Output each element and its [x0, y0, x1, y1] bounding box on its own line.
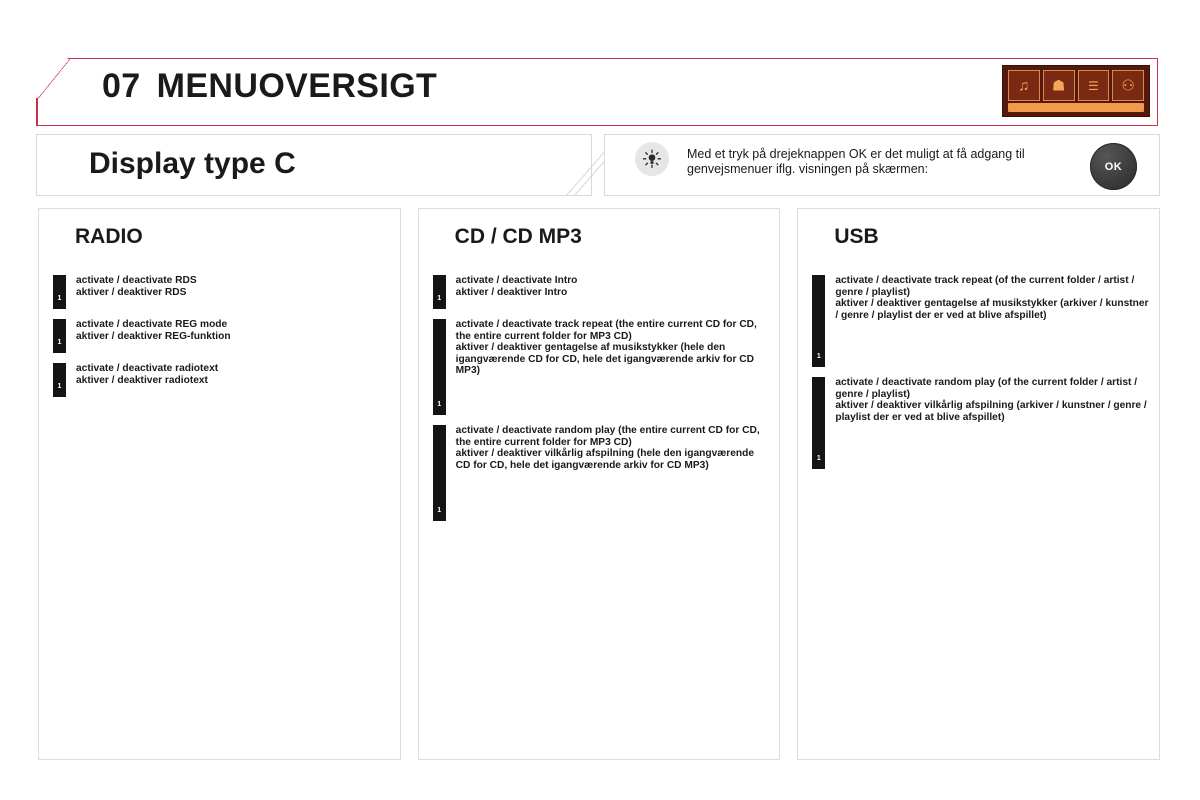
entry-text-da: aktiver / deaktiver radiotext	[76, 374, 208, 386]
entry-text-en: activate / deactivate Intro	[455, 275, 578, 286]
menu-column-cd: CD / CD MP3 1 activate / deactivate Intro a…	[417, 208, 781, 760]
entry-marker-number: 1	[437, 295, 442, 302]
menu-entry: 1 activate / deactivate Intro aktiver / de…	[432, 275, 770, 309]
drink-icon-glyph: ☗	[1051, 77, 1066, 94]
controls-icon: ☰	[1077, 70, 1110, 101]
entry-marker-number: 1	[57, 339, 62, 346]
drink-icon: ☗	[1042, 70, 1075, 101]
controls-icon-glyph: ☰	[1087, 78, 1099, 93]
entry-text: activate / deactivate RDS aktiver / deakt…	[76, 275, 197, 309]
menu-entry-list: 1 activate / deactivate track repeat (of …	[812, 275, 1149, 479]
chapter-illustration-shelf	[1008, 103, 1144, 112]
entry-text-da: aktiver / deaktiver gentagelse af musiks…	[455, 342, 754, 377]
menu-entry: 1 activate / deactivate track repeat (the…	[432, 319, 770, 415]
entry-marker-bar: 1	[432, 319, 446, 415]
entry-text: activate / deactivate random play (the e…	[456, 425, 770, 521]
chapter-illustration: ♫ ☗ ☰ ⚇	[1002, 65, 1150, 117]
audio-icon-glyph: ♫	[1018, 77, 1030, 94]
entry-marker-number: 1	[816, 455, 821, 462]
entry-text-da: aktiver / deaktiver REG-funktion	[76, 330, 231, 342]
chapter-number: 07	[102, 67, 141, 105]
entry-text-en: activate / deactivate RDS	[76, 275, 197, 286]
entry-marker-number: 1	[816, 353, 821, 360]
menu-entry: 1 activate / deactivate REG mode aktiver /…	[53, 319, 390, 353]
column-title-radio: RADIO	[75, 225, 143, 248]
entry-text: activate / deactivate track repeat (of t…	[835, 275, 1149, 367]
entry-text-en: activate / deactivate random play (of th…	[835, 377, 1138, 400]
audio-icon: ♫	[1008, 70, 1040, 101]
entry-marker-number: 1	[57, 295, 62, 302]
menu-entry-list: 1 activate / deactivate RDS aktiver / deak…	[53, 275, 390, 407]
entry-text-da: aktiver / deaktiver Intro	[455, 286, 568, 298]
menu-entry: 1 activate / deactivate random play (of t…	[812, 377, 1149, 469]
entry-text: activate / deactivate track repeat (the …	[456, 319, 770, 415]
entry-marker-bar: 1	[432, 425, 446, 521]
menu-columns: RADIO 1 activate / deactivate RDS aktiver /…	[38, 208, 1161, 760]
entry-marker-bar: 1	[53, 319, 66, 353]
radio-icon-glyph: ⚇	[1121, 77, 1135, 94]
ok-knob-button[interactable]: OK	[1090, 143, 1137, 190]
entry-text-en: activate / deactivate track repeat (the …	[455, 319, 757, 342]
page-title: 07 MENUOVERSIGT	[102, 67, 437, 106]
entry-text-en: activate / deactivate REG mode	[76, 319, 228, 330]
entry-text: activate / deactivate REG mode aktiver / …	[76, 319, 231, 353]
entry-text-en: activate / deactivate radiotext	[76, 363, 219, 374]
chapter-illustration-row: ♫ ☗ ☰ ⚇	[1008, 70, 1144, 101]
manual-page: 07 MENUOVERSIGT ♫ ☗ ☰ ⚇ Display type C M…	[0, 0, 1200, 800]
display-note-panel: Med et tryk på drejeknappen OK er det mu…	[604, 134, 1160, 196]
entry-text-da: aktiver / deaktiver vilkårlig afspilning…	[835, 400, 1147, 423]
column-title-cd: CD / CD MP3	[454, 225, 582, 248]
menu-entry: 1 activate / deactivate track repeat (of …	[812, 275, 1149, 367]
entry-marker-bar: 1	[812, 275, 826, 367]
entry-marker-number: 1	[437, 507, 442, 514]
entry-text-da: aktiver / deaktiver gentagelse af musiks…	[835, 298, 1149, 321]
entry-marker-bar: 1	[812, 377, 826, 469]
chapter-header: 07 MENUOVERSIGT ♫ ☗ ☰ ⚇	[36, 58, 1158, 126]
light-bulb-icon	[635, 142, 669, 176]
display-title: Display type C	[89, 147, 296, 180]
entry-text: activate / deactivate radiotext aktiver /…	[76, 363, 218, 397]
display-note-text: Med et tryk på drejeknappen OK er det mu…	[687, 147, 1025, 176]
chapter-title-text: MENUOVERSIGT	[156, 67, 438, 105]
menu-column-usb: USB 1 activate / deactivate track repeat (…	[797, 208, 1161, 760]
entry-marker-number: 1	[57, 383, 62, 390]
column-title-usb: USB	[834, 225, 879, 248]
menu-entry: 1 activate / deactivate random play (the …	[432, 425, 770, 521]
display-title-panel: Display type C	[36, 134, 592, 196]
entry-text-da: aktiver / deaktiver RDS	[76, 286, 187, 298]
display-info-strip: Display type C Med et tryk på drejeknapp…	[36, 134, 1160, 196]
entry-marker-bar: 1	[432, 275, 446, 309]
menu-entry: 1 activate / deactivate RDS aktiver / deak…	[53, 275, 390, 309]
entry-marker-bar: 1	[53, 275, 66, 309]
entry-text-da: aktiver / deaktiver vilkårlig afspilning…	[455, 448, 755, 471]
menu-entry-list: 1 activate / deactivate Intro aktiver / de…	[432, 275, 770, 531]
entry-text: activate / deactivate Intro aktiver / dea…	[456, 275, 578, 309]
entry-marker-bar: 1	[53, 363, 66, 397]
radio-icon: ⚇	[1112, 70, 1144, 101]
entry-text-en: activate / deactivate random play (the e…	[455, 425, 760, 448]
entry-text: activate / deactivate random play (of th…	[835, 377, 1149, 469]
entry-marker-number: 1	[437, 401, 442, 408]
menu-column-radio: RADIO 1 activate / deactivate RDS aktiver /…	[38, 208, 401, 760]
chapter-header-left-edge	[36, 98, 38, 126]
menu-entry: 1 activate / deactivate radiotext aktiver …	[53, 363, 390, 397]
entry-text-en: activate / deactivate track repeat (of t…	[835, 275, 1135, 298]
